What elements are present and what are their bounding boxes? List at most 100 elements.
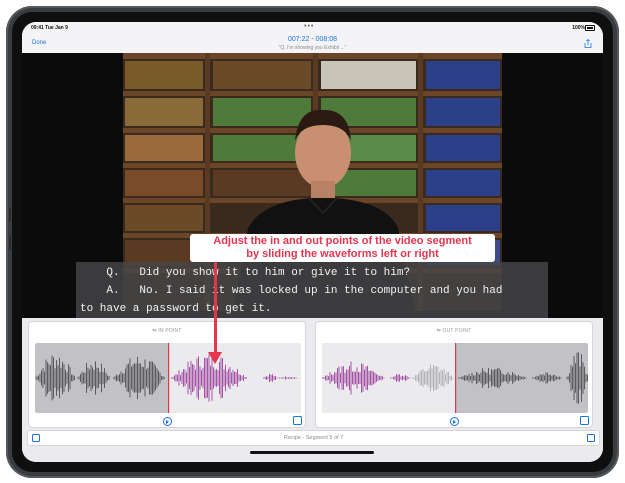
- waveform-bar: [468, 373, 470, 383]
- caption-line: A. No. I said it was locked up in the co…: [80, 285, 503, 297]
- next-segment-icon[interactable]: [587, 434, 595, 442]
- waveform-bar: [482, 368, 483, 388]
- waveform-bar: [195, 369, 196, 387]
- waveform-bar: [436, 366, 437, 390]
- segment-editor: ⇆ IN POINT ⇆ OUT POINT Recipe - Segment …: [22, 318, 603, 462]
- waveform-bar: [59, 357, 60, 399]
- waveform-bar: [272, 374, 273, 382]
- waveform-bar: [522, 376, 524, 380]
- waveform-bar: [473, 375, 474, 381]
- waveform-bar: [500, 369, 501, 387]
- waveform-bar: [548, 374, 550, 382]
- waveform-bar: [550, 374, 551, 382]
- out-point-waveform[interactable]: [322, 343, 588, 413]
- waveform-bar: [102, 371, 104, 385]
- waveform-bar: [416, 374, 418, 382]
- waveform-bar: [361, 363, 362, 393]
- waveform-bar: [497, 368, 498, 388]
- waveform-bar: [44, 371, 45, 385]
- side-button: [9, 208, 11, 222]
- waveform-bar: [214, 369, 216, 387]
- waveform-bar: [397, 374, 399, 382]
- waveform-bar: [573, 356, 575, 400]
- waveform-bar: [371, 370, 373, 386]
- waveform-bar: [538, 376, 539, 380]
- waveform-bar: [445, 374, 446, 382]
- waveform-bar: [295, 377, 297, 379]
- waveform-bar: [427, 371, 428, 385]
- waveform-bar: [362, 364, 364, 392]
- waveform-bar: [428, 368, 430, 388]
- waveform-bar: [421, 370, 422, 386]
- waveform-bar: [449, 376, 451, 380]
- waveform-bar: [222, 358, 223, 398]
- waveform-bar: [325, 375, 326, 381]
- waveform-bar: [541, 375, 542, 381]
- waveform-bar: [329, 372, 331, 384]
- waveform-bar: [66, 372, 68, 384]
- side-button: [9, 236, 11, 250]
- waveform-bar: [383, 377, 385, 379]
- waveform-bar: [422, 368, 424, 388]
- waveform-bar: [556, 376, 557, 380]
- play-icon[interactable]: [163, 417, 172, 426]
- home-indicator: [250, 451, 374, 454]
- waveform-bar: [38, 375, 39, 381]
- snap-icon[interactable]: [580, 416, 589, 425]
- waveform-bar: [177, 374, 178, 382]
- waveform-bar: [533, 377, 535, 379]
- waveform-bar: [535, 376, 536, 380]
- waveform-bar: [134, 363, 135, 393]
- navigation-bar: Done 007:22 - 008:08 "Q. I'm showing you…: [22, 34, 603, 53]
- waveform-bar: [116, 374, 117, 382]
- waveform-bar: [446, 371, 448, 385]
- waveform-bar: [578, 352, 579, 404]
- waveform-bar: [226, 371, 228, 385]
- waveform-bar: [458, 377, 459, 379]
- waveform-bar: [53, 357, 54, 399]
- waveform-bar: [72, 374, 74, 382]
- waveform-bar: [542, 374, 544, 382]
- waveform-bar: [516, 375, 518, 381]
- waveform-bar: [581, 354, 582, 402]
- waveform-bar: [231, 372, 232, 384]
- waveform-bar: [138, 363, 140, 393]
- waveform-bar: [412, 377, 413, 379]
- waveform-bar: [545, 372, 547, 384]
- waveform-bar: [276, 377, 278, 379]
- waveform-bar: [579, 366, 581, 390]
- multitasking-dots[interactable]: •••: [304, 23, 314, 30]
- waveform-bar: [267, 376, 269, 380]
- waveform-bar: [184, 369, 186, 387]
- share-icon[interactable]: [584, 39, 592, 48]
- waveform-bar: [515, 375, 516, 381]
- waveform-bar: [186, 372, 187, 384]
- waveform-bar: [288, 377, 289, 379]
- waveform-bar: [275, 375, 276, 381]
- waveform-bar: [326, 375, 328, 381]
- in-point-waveform[interactable]: [35, 343, 301, 413]
- waveform-bar: [396, 374, 397, 382]
- waveform-bar: [41, 370, 42, 386]
- waveform-bar: [241, 376, 243, 380]
- waveform-bar: [340, 373, 341, 383]
- snap-icon[interactable]: [293, 416, 302, 425]
- waveform-bar: [405, 375, 406, 381]
- waveform-bar: [192, 363, 193, 393]
- waveform-bar: [119, 374, 120, 382]
- waveform-bar: [69, 366, 71, 390]
- waveform-bar: [80, 374, 81, 382]
- waveform-bar: [217, 370, 219, 386]
- waveform-bar: [243, 374, 244, 382]
- waveform-bar: [480, 372, 482, 384]
- waveform-bar: [587, 374, 588, 382]
- waveform-bar: [128, 363, 129, 393]
- waveform-bar: [379, 376, 380, 380]
- waveform-bar: [234, 371, 235, 385]
- waveform-bar: [440, 369, 442, 387]
- waveform-bar: [105, 372, 107, 384]
- waveform-bar: [488, 367, 489, 389]
- play-icon[interactable]: [450, 417, 459, 426]
- waveform-bar: [510, 375, 512, 381]
- waveform-bar: [135, 363, 137, 393]
